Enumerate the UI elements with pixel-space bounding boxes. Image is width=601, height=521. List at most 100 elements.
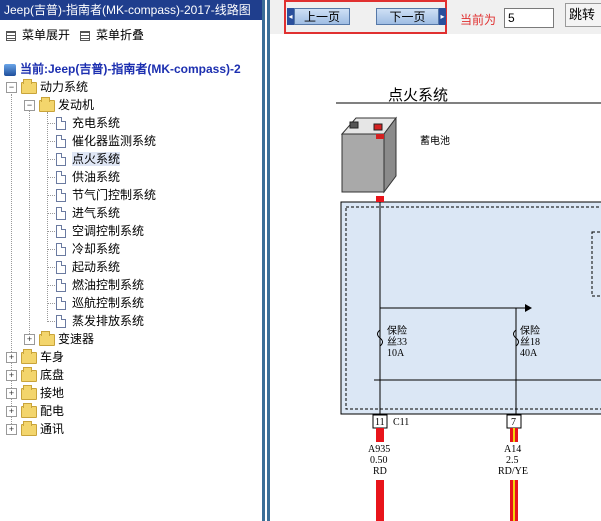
expand-icon[interactable]: +: [6, 424, 17, 435]
collapse-icon[interactable]: −: [6, 82, 17, 93]
folder-icon: [21, 402, 37, 418]
right-panel: ◂ 上一页 下一页 ▸ 当前为 跳转 点火系统: [270, 0, 601, 521]
tree-item-label: 蒸发排放系统: [72, 314, 145, 328]
tree-item-engine-3[interactable]: 供油系统: [47, 168, 121, 186]
left-arrow-icon[interactable]: ◂: [287, 8, 294, 25]
tree-item-label: 充电系统: [72, 116, 121, 130]
expand-icon[interactable]: +: [6, 370, 17, 381]
wire2-color: RD/YE: [498, 466, 528, 477]
menu-expand-icon: [6, 30, 16, 41]
expand-icon[interactable]: +: [6, 352, 17, 363]
menu-expand-button[interactable]: 菜单展开: [6, 26, 70, 43]
tree-item-engine-11[interactable]: 蒸发排放系统: [47, 312, 145, 330]
tree-item-engine-8[interactable]: 起动系统: [47, 258, 120, 276]
wiring-diagram: 点火系统 蓄电池 保险 丝33 10A 保险 丝18 40A 11 C11 7 …: [270, 34, 601, 521]
wire1-gauge: 0.50: [370, 455, 388, 466]
menu-collapse-button[interactable]: 菜单折叠: [80, 26, 144, 43]
next-page-button[interactable]: 下一页: [376, 8, 439, 25]
tree-item-label: 催化器监测系统: [72, 134, 157, 148]
current-page-label: 当前为: [460, 13, 497, 27]
tree-node-label: 底盘: [40, 368, 65, 382]
fuse2-label-3: 40A: [520, 348, 538, 359]
tree-item-label: 供油系统: [72, 170, 121, 184]
tree-item-label: 节气门控制系统: [72, 188, 157, 202]
splitter-highlight: [265, 0, 267, 521]
folder-open-icon: [21, 78, 37, 94]
document-icon: [56, 189, 66, 203]
fuse1-label-3: 10A: [387, 348, 405, 359]
menu-expand-label: 菜单展开: [22, 28, 71, 42]
tree-item-engine-4[interactable]: 节气门控制系统: [47, 186, 157, 204]
prev-page-button[interactable]: 上一页: [294, 8, 350, 25]
tree-node-label: 接地: [40, 386, 65, 400]
folder-icon: [21, 420, 37, 436]
tree-node-label: 车身: [40, 350, 65, 364]
wire1-segment: [376, 480, 384, 521]
battery-label: 蓄电池: [420, 136, 450, 147]
tree-item-engine-7[interactable]: 冷却系统: [47, 240, 121, 258]
tree-node-top-2[interactable]: + 接地: [6, 384, 64, 402]
tree-node-top-0[interactable]: + 车身: [6, 348, 64, 366]
tree-node-transmission[interactable]: + 变速器: [24, 330, 94, 348]
tree-guide-line: [47, 231, 55, 232]
wire2-gauge: 2.5: [506, 455, 519, 466]
document-icon: [56, 117, 66, 131]
fuse1-label-2: 丝33: [387, 337, 407, 348]
tree-item-label: 点火系统: [72, 152, 121, 166]
fuse2-label-1: 保险: [520, 326, 540, 337]
tree-guide-line: [47, 195, 55, 196]
tree-node-label: 配电: [40, 404, 65, 418]
document-icon: [56, 279, 66, 293]
tree-item-engine-2[interactable]: 点火系统: [47, 150, 121, 168]
collapse-icon[interactable]: −: [24, 100, 35, 111]
tree-item-label: 冷却系统: [72, 242, 121, 256]
tree-guide-line: [47, 249, 55, 250]
tree-guide-line: [47, 123, 55, 124]
tree-node-label: 通讯: [40, 422, 65, 436]
document-icon: [56, 171, 66, 185]
tree-node-top-3[interactable]: + 配电: [6, 402, 64, 420]
tree-current-node[interactable]: 当前:Jeep(吉普)-指南者(MK-compass)-2: [4, 60, 241, 77]
tree-item-engine-1[interactable]: 催化器监测系统: [47, 132, 157, 150]
tree-item-engine-5[interactable]: 进气系统: [47, 204, 121, 222]
tree-node-power[interactable]: − 动力系统: [6, 78, 88, 96]
tree-item-engine-0[interactable]: 充电系统: [47, 114, 121, 132]
computer-icon: [4, 63, 16, 76]
connector-label: C11: [393, 417, 410, 428]
tree-item-engine-10[interactable]: 巡航控制系统: [47, 294, 144, 312]
tree-guide-line: [47, 285, 55, 286]
tree-guide-line: [47, 177, 55, 178]
document-icon: [56, 297, 66, 311]
wire1-id: A935: [368, 444, 391, 455]
expand-icon[interactable]: +: [6, 388, 17, 399]
window-title: Jeep(吉普)-指南者(MK-compass)-2017-线路图: [0, 0, 262, 20]
tree-guide-line: [47, 321, 55, 322]
fuse1-label-1: 保险: [387, 326, 407, 337]
tree-node-top-1[interactable]: + 底盘: [6, 366, 64, 384]
tree-guide-line: [29, 110, 30, 340]
tree-node-top-4[interactable]: + 通讯: [6, 420, 64, 438]
tree-item-engine-9[interactable]: 燃油控制系统: [47, 276, 144, 294]
expand-icon[interactable]: +: [6, 406, 17, 417]
tree-guide-line: [47, 267, 55, 268]
tree-item-engine-6[interactable]: 空调控制系统: [47, 222, 145, 240]
right-arrow-icon[interactable]: ▸: [439, 8, 446, 25]
page-nav-highlight: ◂ 上一页 下一页 ▸: [284, 0, 447, 34]
left-panel: Jeep(吉普)-指南者(MK-compass)-2017-线路图 菜单展开 菜…: [0, 0, 262, 521]
page-number-input[interactable]: [504, 8, 554, 28]
document-icon: [56, 315, 66, 329]
menu-collapse-label: 菜单折叠: [96, 28, 145, 42]
jump-button[interactable]: 跳转: [565, 3, 601, 27]
tree-guide-line: [47, 213, 55, 214]
document-icon: [56, 261, 66, 275]
tree-node-label: 动力系统: [40, 80, 89, 94]
tree-item-label: 空调控制系统: [72, 224, 145, 238]
document-icon: [56, 135, 66, 149]
tree-item-label: 进气系统: [72, 206, 121, 220]
battery-terminal: [376, 196, 384, 202]
expand-icon[interactable]: +: [24, 334, 35, 345]
document-icon: [56, 153, 66, 167]
tree-node-engine[interactable]: − 发动机: [24, 96, 94, 114]
wire1-color: RD: [373, 466, 387, 477]
document-icon: [56, 207, 66, 221]
